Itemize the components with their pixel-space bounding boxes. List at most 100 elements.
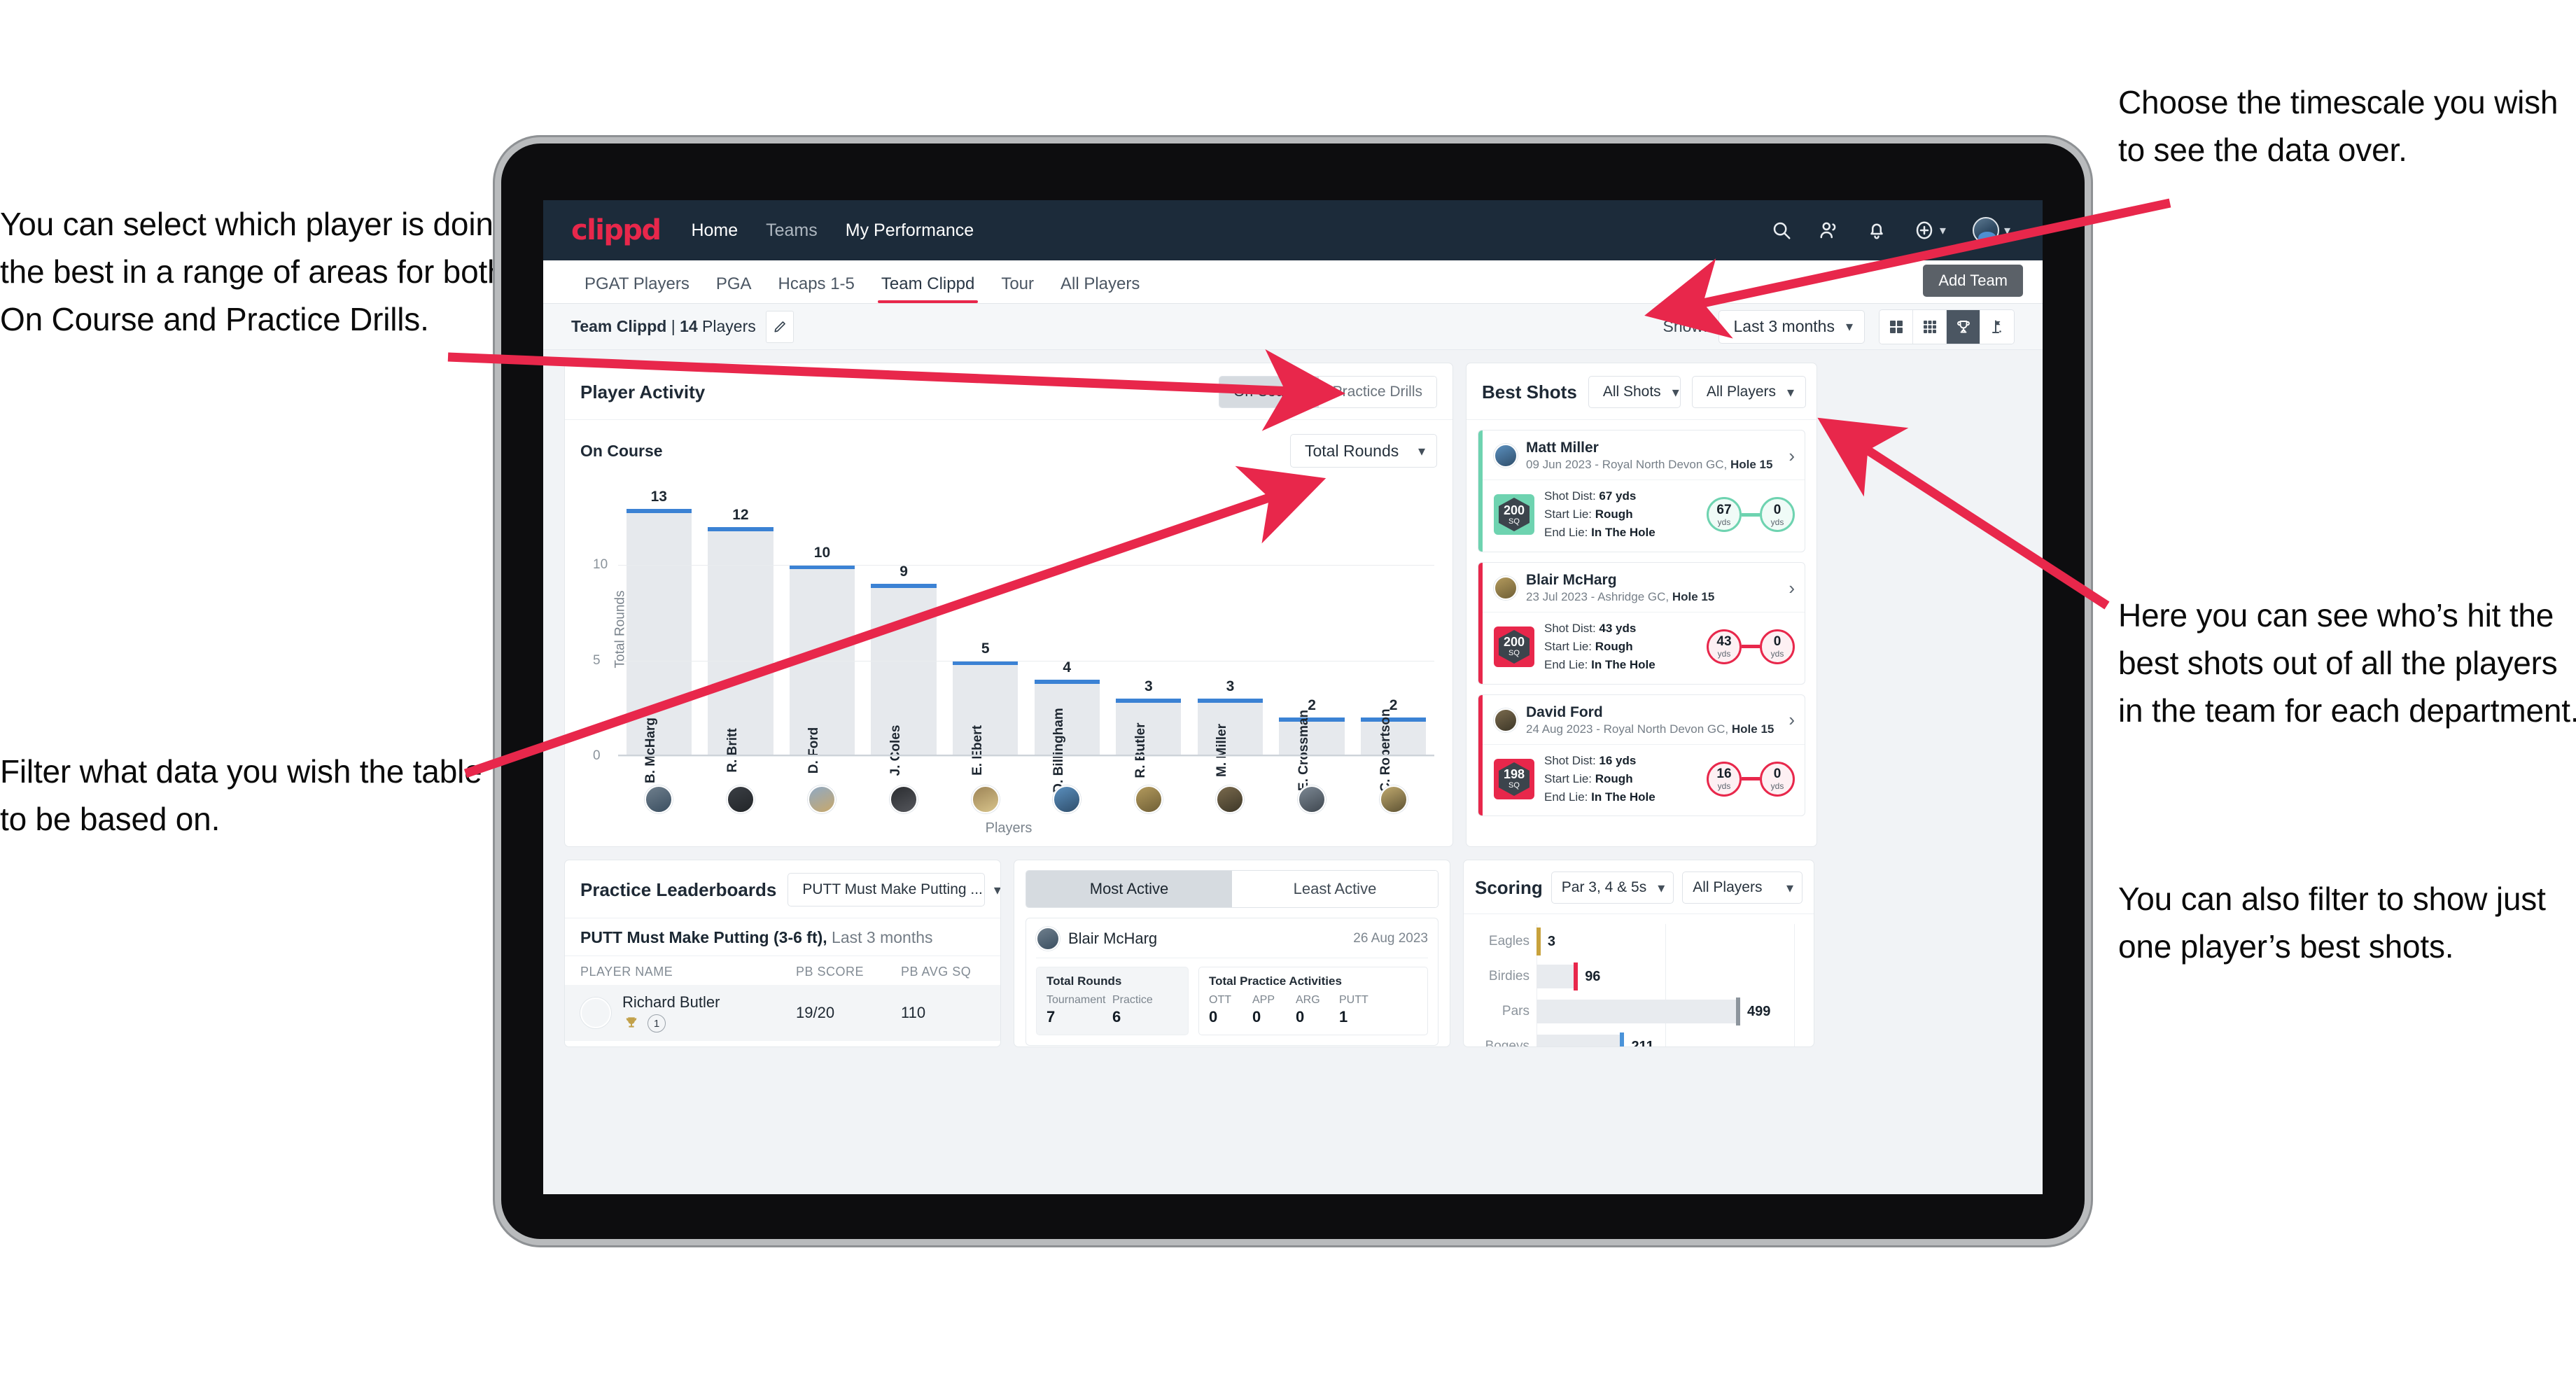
par-filter-select[interactable]: Par 3, 4 & 5s ▾	[1550, 872, 1674, 904]
shot-start-unit: yds	[1717, 781, 1731, 792]
chart-avatar-cell[interactable]	[863, 785, 945, 813]
tab-tour[interactable]: Tour	[988, 274, 1047, 303]
shot-quality-unit: SQ	[1508, 649, 1520, 658]
tab-hcaps-1-5[interactable]: Hcaps 1-5	[765, 274, 868, 303]
nav-link-home[interactable]: Home	[691, 220, 738, 241]
chart-bar[interactable]: R. Butler	[1116, 699, 1182, 778]
view-toggle-golf-flag[interactable]	[1980, 309, 2014, 344]
add-menu[interactable]: ▾	[1914, 220, 1946, 241]
scoring-bar-value: 499	[1747, 1003, 1771, 1019]
metric-value: 0	[1252, 1008, 1261, 1026]
chart-bar[interactable]: M. Miller	[1197, 699, 1264, 777]
table-row[interactable]: Edward Crossman 2 18/20 107	[565, 1041, 1000, 1046]
player-avatar	[890, 785, 918, 813]
chart-bar-group[interactable]: 5 E. Ebert	[944, 489, 1026, 776]
timescale-select[interactable]: Last 3 months ▾	[1718, 309, 1865, 344]
chart-bar-group[interactable]: 13 B. McHarg	[618, 489, 700, 783]
best-shot-card[interactable]: .sc1::before{background:#e8274b} Blair M…	[1478, 561, 1805, 685]
chart-bar[interactable]: C. Robertson	[1361, 708, 1427, 792]
chart-bar-label: E. Ebert	[969, 725, 985, 776]
chart-bar-group[interactable]: 2 E. Crossman	[1271, 489, 1353, 791]
chart-bar-group[interactable]: 4 D. Billingham	[1026, 489, 1108, 793]
view-toggle-grid-9[interactable]	[1913, 309, 1947, 344]
scoring-bar-row[interactable]: Bogeys 211	[1485, 1029, 1794, 1046]
scoring-bar-row[interactable]: Eagles 3	[1489, 924, 1794, 959]
trophy-icon	[1956, 320, 1970, 332]
chevron-right-icon[interactable]: ›	[1788, 578, 1795, 599]
chevron-right-icon[interactable]: ›	[1788, 709, 1795, 731]
column-player-name: PLAYER NAME	[580, 965, 673, 979]
chart-avatar-cell[interactable]	[944, 785, 1026, 813]
best-shot-header: David Ford 24 Aug 2023 - Royal North Dev…	[1478, 695, 1805, 744]
plus-circle-icon[interactable]	[1914, 220, 1935, 241]
activity-player-card[interactable]: Blair McHarg 26 Aug 2023 Total Rounds To…	[1026, 918, 1438, 1046]
chart-bar[interactable]: E. Ebert	[953, 660, 1018, 776]
bell-icon[interactable]	[1866, 220, 1887, 241]
chevron-right-icon[interactable]: ›	[1788, 445, 1795, 467]
drill-select[interactable]: PUTT Must Make Putting ... ▾	[788, 873, 1000, 906]
chart-avatar-cell[interactable]	[1108, 785, 1190, 813]
chart-avatar-cell[interactable]	[1271, 785, 1353, 813]
chart-bar-label: D. Billingham	[1051, 708, 1067, 793]
tab-pga[interactable]: PGA	[703, 274, 765, 303]
scoring-bar-row[interactable]: Birdies 96	[1489, 959, 1794, 994]
drill-select-value: PUTT Must Make Putting ...	[802, 881, 983, 897]
chart-bar[interactable]: E. Crossman	[1279, 710, 1345, 791]
best-shot-card[interactable]: .sc2::before{background:#e8274b} David F…	[1478, 694, 1805, 817]
chart-avatar-cell[interactable]	[1189, 785, 1271, 813]
shot-quality-unit: SQ	[1508, 781, 1520, 790]
chart-bar[interactable]: R. Britt	[708, 526, 774, 773]
chart-bar-group[interactable]: 2 C. Robertson	[1352, 489, 1434, 792]
chart-avatar-cell[interactable]	[1352, 785, 1434, 813]
profile-menu[interactable]: ▾	[1972, 217, 2010, 244]
people-icon[interactable]	[1819, 220, 1840, 241]
edit-team-button[interactable]	[765, 310, 794, 343]
player-activity-header: Player Activity On Course Practice Drill…	[565, 363, 1452, 420]
chart-avatar-cell[interactable]	[618, 785, 700, 813]
metric-select-value: Total Rounds	[1305, 441, 1399, 460]
tab-all-players[interactable]: All Players	[1047, 274, 1153, 303]
segment-on-course[interactable]: On Course	[1219, 377, 1319, 407]
chart-avatar-cell[interactable]	[700, 785, 782, 813]
start-lie-line: Start Lie: Rough	[1544, 640, 1633, 653]
clippd-logo[interactable]: clippd	[571, 214, 662, 246]
tab-team-clippd[interactable]: Team Clippd	[868, 274, 988, 303]
top-navbar: clippd Home Teams My Performance ▾ ▾	[543, 200, 2043, 260]
chart-avatar-cell[interactable]	[1026, 785, 1108, 813]
tab-pgat-players[interactable]: PGAT Players	[571, 274, 703, 303]
chart-bar[interactable]: D. Billingham	[1034, 679, 1100, 793]
metric-value: 6	[1112, 1008, 1121, 1026]
chart-bar-group[interactable]: 3 M. Miller	[1189, 489, 1271, 777]
chart-bar-group[interactable]: 3 R. Butler	[1108, 489, 1190, 778]
chart-plot-area: 13 B. McHarg 12 R. Britt 10 D. Ford 9 J. Coles 5…	[593, 489, 1434, 793]
activity-player-name: Blair McHarg	[1068, 930, 1158, 947]
player-avatar	[1053, 785, 1082, 813]
chart-bar-group[interactable]: 12 R. Britt	[700, 489, 782, 773]
best-shot-card[interactable]: .sc0::before{background:#6ed3b0} Matt Mi…	[1478, 430, 1805, 552]
shot-quality-value: 200	[1503, 503, 1525, 517]
scoring-bar-row[interactable]: Pars 499	[1502, 994, 1794, 1029]
scoring-player-select[interactable]: All Players ▾	[1682, 872, 1802, 904]
practice-metric: OTT 0	[1209, 994, 1252, 1026]
chart-bar-group[interactable]: 9 J. Coles	[863, 489, 945, 776]
metric-value: 1	[1339, 1008, 1348, 1026]
view-toggle-trophy[interactable]	[1947, 309, 1980, 344]
avatar[interactable]	[1972, 217, 1999, 244]
table-row[interactable]: Richard Butler 1 19/20 110	[565, 985, 1000, 1041]
view-toggle-grid-4[interactable]	[1879, 309, 1913, 344]
tab-most-active[interactable]: Most Active	[1026, 871, 1232, 907]
metric-select[interactable]: Total Rounds ▾	[1290, 434, 1437, 468]
tab-least-active[interactable]: Least Active	[1232, 871, 1438, 907]
chart-bar-label: R. Butler	[1133, 722, 1148, 778]
chart-bar[interactable]: J. Coles	[871, 584, 937, 776]
nav-link-teams[interactable]: Teams	[766, 220, 818, 241]
chart-avatar-cell[interactable]	[781, 785, 863, 813]
chart-bar[interactable]: B. McHarg	[626, 509, 692, 783]
search-icon[interactable]	[1771, 220, 1792, 241]
shot-type-select[interactable]: All Shots ▾	[1588, 376, 1681, 408]
best-shots-player-select[interactable]: All Players ▾	[1691, 376, 1807, 408]
segment-practice-drills[interactable]: Practice Drills	[1318, 377, 1436, 407]
chart-bar-group[interactable]: 10 D. Ford	[781, 489, 863, 774]
player-avatar	[1494, 576, 1518, 600]
nav-link-my-performance[interactable]: My Performance	[846, 220, 974, 241]
